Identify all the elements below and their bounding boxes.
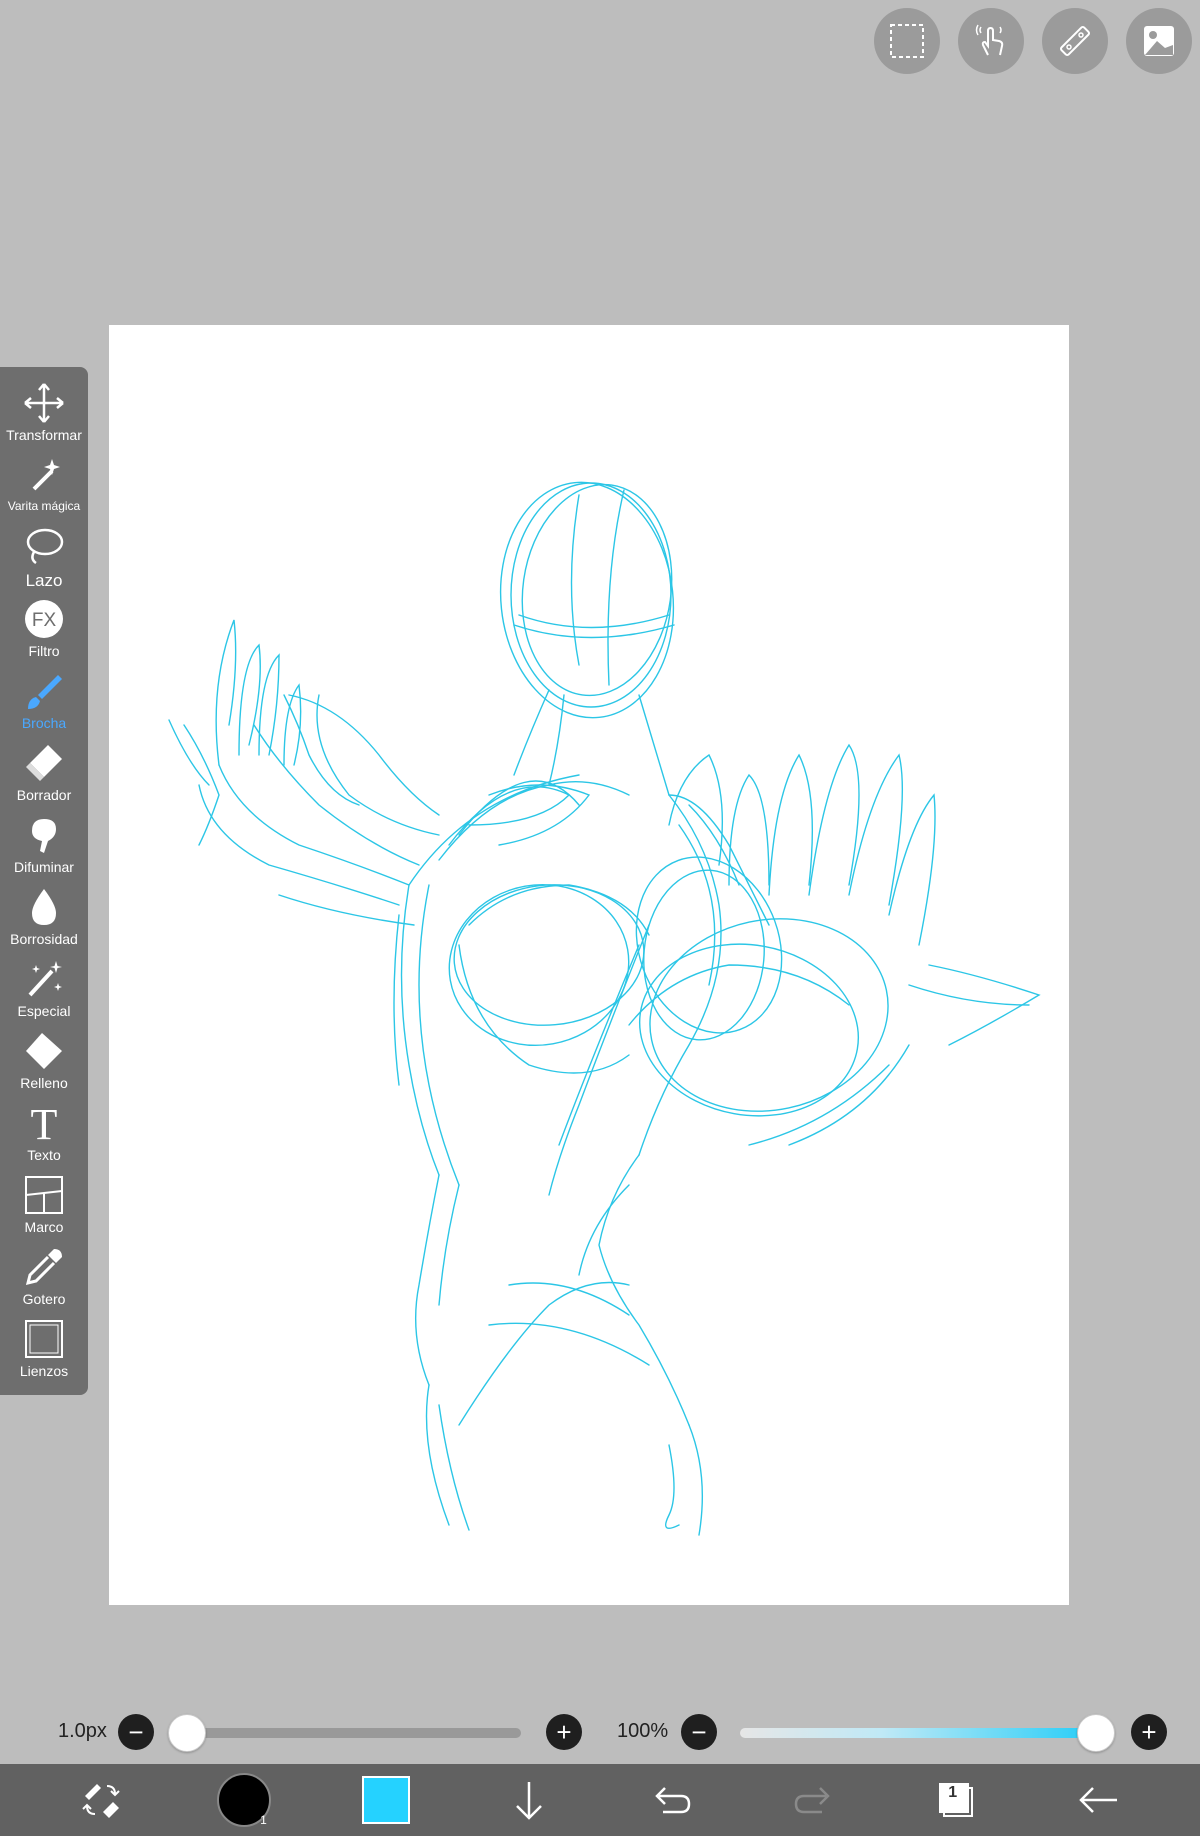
selection-icon (890, 24, 924, 58)
brush-settings-row: 1.0px − + 100% − + (0, 1706, 1200, 1758)
tool-lienzos[interactable]: Lienzos (0, 1317, 88, 1389)
gesture-button[interactable] (958, 8, 1024, 74)
current-color-swatch (362, 1776, 411, 1824)
redo-icon (794, 1787, 830, 1814)
plus-icon: + (1141, 1717, 1157, 1747)
blur-drop-icon (32, 889, 56, 925)
special-brush-icon (28, 961, 62, 997)
redo-button[interactable] (774, 1764, 854, 1836)
tool-especial[interactable]: Especial (0, 957, 88, 1029)
tool-label: Gotero (22, 1291, 66, 1307)
smudge-icon (32, 819, 56, 853)
plus-icon: + (556, 1717, 572, 1747)
brush-preview-number: 1 (260, 1813, 267, 1827)
drawing-canvas[interactable] (109, 325, 1069, 1605)
tool-label: Transformar (6, 427, 82, 443)
fill-icon (26, 1033, 62, 1069)
sketch-drawing (168, 481, 1041, 1536)
opacity-value: 100% (617, 1720, 669, 1742)
ruler-button[interactable] (1042, 8, 1108, 74)
opacity-slider-knob[interactable] (1077, 1714, 1115, 1752)
brush-size-slider[interactable] (187, 1728, 521, 1738)
move-icon (24, 383, 64, 423)
tool-borrosidad[interactable]: Borrosidad (0, 885, 88, 957)
apply-button[interactable] (489, 1764, 569, 1836)
tool-label: Borrador (16, 787, 72, 803)
svg-text:T: T (31, 1101, 58, 1145)
tool-label: Lienzos (19, 1363, 69, 1379)
layers-button[interactable]: 1 (916, 1764, 996, 1836)
minus-icon: − (128, 1717, 144, 1747)
text-icon: T (31, 1101, 58, 1145)
brush-icon (28, 675, 62, 709)
fx-icon: FX (25, 600, 63, 638)
opacity-increase-button[interactable]: + (1131, 1714, 1167, 1750)
tool-palette: Transformar Varita mágica Lazo FX Filtro… (0, 367, 88, 1395)
tool-transformar[interactable]: Transformar (0, 381, 88, 453)
back-button[interactable] (1059, 1764, 1139, 1836)
layer-count: 1 (948, 1784, 958, 1801)
tool-label: Filtro (28, 643, 60, 659)
swap-tool-button[interactable] (61, 1764, 141, 1836)
tool-filtro[interactable]: FX Filtro (0, 597, 88, 669)
tool-varita[interactable]: Varita mágica (0, 453, 88, 525)
undo-icon (655, 1787, 691, 1814)
material-button[interactable] (1126, 8, 1192, 74)
minus-icon: − (691, 1717, 707, 1747)
eraser-icon (26, 745, 62, 781)
frame-icon (25, 1176, 63, 1214)
brush-size-slider-knob[interactable] (168, 1714, 206, 1752)
gesture-icon (975, 24, 1004, 56)
tool-label: Lazo (25, 571, 63, 590)
undo-button[interactable] (631, 1764, 711, 1836)
color-button[interactable] (346, 1764, 426, 1836)
tool-label: Difuminar (14, 859, 74, 875)
tool-label: Brocha (21, 715, 67, 731)
bottom-action-bar: 1 1 (0, 1764, 1200, 1836)
svg-text:FX: FX (32, 610, 57, 631)
brush-size-value: 1.0px (58, 1720, 107, 1742)
tool-relleno[interactable]: Relleno (0, 1029, 88, 1101)
tool-label: Marco (24, 1219, 64, 1235)
tool-gotero[interactable]: Gotero (0, 1245, 88, 1317)
tool-borrador[interactable]: Borrador (0, 741, 88, 813)
ruler-icon (1059, 25, 1091, 57)
tool-label: Varita mágica (7, 499, 81, 513)
size-increase-button[interactable]: + (546, 1714, 582, 1750)
selection-button[interactable] (874, 8, 940, 74)
magic-wand-icon (32, 459, 60, 491)
canvas-icon (25, 1320, 63, 1358)
size-decrease-button[interactable]: − (118, 1714, 154, 1750)
tool-lazo[interactable]: Lazo (0, 525, 88, 597)
tool-brocha[interactable]: Brocha (0, 669, 88, 741)
tool-label: Especial (17, 1003, 71, 1019)
opacity-decrease-button[interactable]: − (681, 1714, 717, 1750)
opacity-slider[interactable] (740, 1728, 1096, 1738)
arrow-down-icon (515, 1782, 542, 1820)
tool-marco[interactable]: Marco (0, 1173, 88, 1245)
tool-difuminar[interactable]: Difuminar (0, 813, 88, 885)
lasso-icon (26, 528, 64, 565)
brush-preview: 1 (216, 1773, 271, 1827)
pen-eraser-swap-icon (82, 1784, 120, 1818)
tool-label: Relleno (20, 1075, 68, 1091)
material-icon (1144, 26, 1174, 56)
tool-label: Texto (27, 1147, 61, 1163)
tool-texto[interactable]: T Texto (0, 1101, 88, 1173)
top-toolbar (874, 8, 1192, 74)
eyedropper-icon (25, 1249, 62, 1286)
tool-label: Borrosidad (10, 931, 78, 947)
brush-preview-button[interactable]: 1 (204, 1764, 284, 1836)
arrow-left-icon (1078, 1787, 1117, 1813)
